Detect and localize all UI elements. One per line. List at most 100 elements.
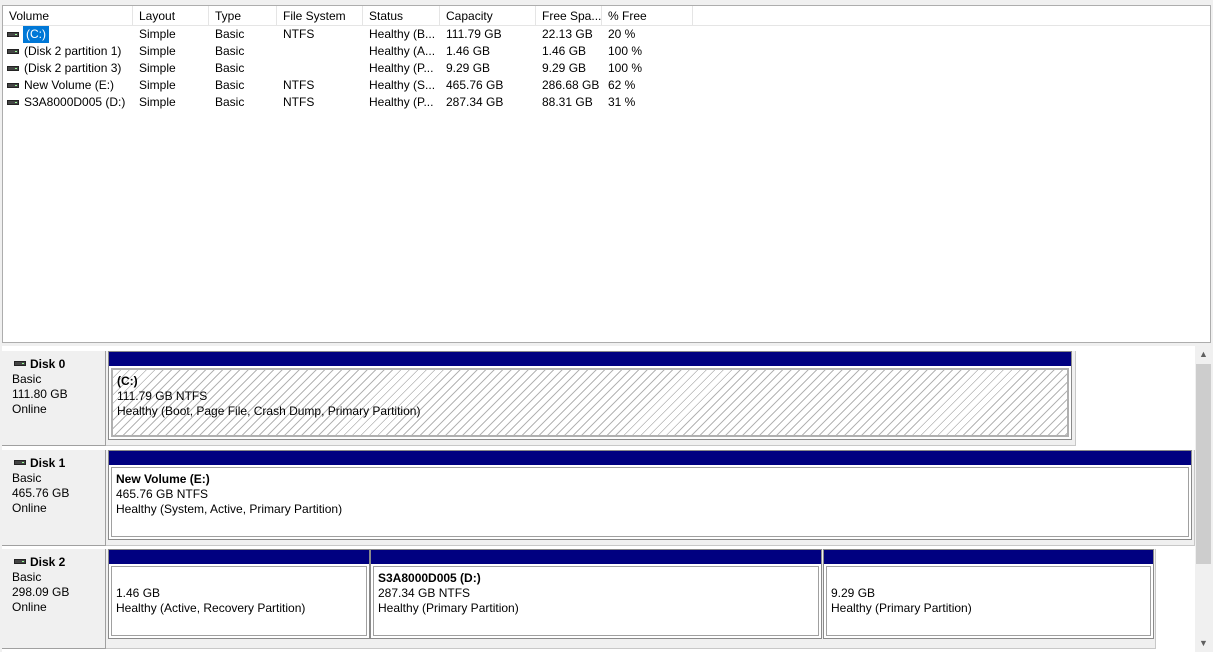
volume-type: Basic	[215, 78, 245, 92]
volume-name: (Disk 2 partition 1)	[24, 44, 122, 58]
volume-type: Basic	[215, 27, 245, 41]
partition-name	[116, 571, 366, 586]
volume-layout: Simple	[139, 44, 176, 58]
partition-name: New Volume (E:)	[116, 472, 210, 486]
disk-row-2: Disk 2 Basic 298.09 GB Online 1.46 GB He…	[2, 549, 1195, 649]
volume-layout: Simple	[139, 27, 176, 41]
column-header-capacity[interactable]: Capacity	[440, 6, 536, 26]
partition-bar	[109, 352, 1071, 366]
disk-size: 298.09 GB	[12, 585, 70, 599]
disk-name: Disk 2	[30, 555, 66, 569]
column-header-volume[interactable]: Volume	[3, 6, 133, 26]
disk-area-0: (C:) 111.79 GB NTFS Healthy (Boot, Page …	[106, 351, 1076, 446]
column-header-layout[interactable]: Layout	[133, 6, 209, 26]
volume-free-space: 22.13 GB	[542, 27, 593, 41]
disk-row-1: Disk 1 Basic 465.76 GB Online New Volume…	[2, 450, 1195, 546]
volume-status: Healthy (P...	[369, 61, 434, 75]
partition-disk2-3[interactable]: 9.29 GB Healthy (Primary Partition)	[823, 549, 1154, 639]
disk-drive-icon	[14, 361, 26, 366]
volume-row-disk2-partition3[interactable]: (Disk 2 partition 3) Simple Basic Health…	[3, 60, 1210, 77]
partition-name: (C:)	[117, 374, 138, 388]
partition-body: 9.29 GB Healthy (Primary Partition)	[826, 566, 1151, 636]
scrollbar-thumb[interactable]	[1196, 364, 1211, 564]
volume-list[interactable]: Volume Layout Type File System Status Ca…	[2, 5, 1211, 343]
partition-name	[831, 571, 1150, 586]
column-header-row: Volume Layout Type File System Status Ca…	[3, 6, 1210, 26]
volume-row-e[interactable]: New Volume (E:) Simple Basic NTFS Health…	[3, 77, 1210, 94]
partition-size: 9.29 GB	[831, 586, 876, 600]
volume-layout: Simple	[139, 78, 176, 92]
volume-type: Basic	[215, 95, 245, 109]
partition-size: 111.79 GB NTFS	[117, 389, 208, 403]
disk-drive-icon	[14, 559, 26, 564]
column-header-type[interactable]: Type	[209, 6, 277, 26]
scroll-down-arrow-icon[interactable]: ▼	[1195, 635, 1212, 652]
volume-name: New Volume (E:)	[24, 78, 115, 92]
partition-size: 465.76 GB NTFS	[116, 487, 209, 501]
volume-name: (Disk 2 partition 3)	[24, 61, 122, 75]
partition-status: Healthy (Boot, Page File, Crash Dump, Pr…	[117, 404, 421, 418]
volume-percent-free: 31 %	[608, 95, 636, 109]
partition-status: Healthy (Active, Recovery Partition)	[116, 601, 306, 615]
disk-size: 111.80 GB	[12, 387, 68, 401]
disk-area-2: 1.46 GB Healthy (Active, Recovery Partit…	[106, 549, 1156, 649]
partition-bar	[371, 550, 821, 564]
partition-d[interactable]: S3A8000D005 (D:) 287.34 GB NTFS Healthy …	[370, 549, 822, 639]
disk-drive-icon	[14, 460, 26, 465]
disk-state: Online	[12, 501, 47, 515]
disk-info-2[interactable]: Disk 2 Basic 298.09 GB Online	[2, 549, 106, 649]
volume-type: Basic	[215, 44, 245, 58]
volume-free-space: 88.31 GB	[542, 95, 593, 109]
volume-layout: Simple	[139, 61, 176, 75]
disk-map[interactable]: Disk 0 Basic 111.80 GB Online (C:) 111.7…	[2, 346, 1195, 652]
partition-size: 1.46 GB	[116, 586, 161, 600]
volume-percent-free: 100 %	[608, 61, 643, 75]
disk-drive-icon	[7, 100, 19, 105]
disk-type: Basic	[12, 372, 42, 386]
partition-status: Healthy (System, Active, Primary Partiti…	[116, 502, 343, 516]
volume-capacity: 9.29 GB	[446, 61, 491, 75]
disk-type: Basic	[12, 471, 42, 485]
disk-info-1[interactable]: Disk 1 Basic 465.76 GB Online	[2, 450, 106, 546]
volume-row-c[interactable]: (C:) Simple Basic NTFS Healthy (B... 111…	[3, 26, 1210, 43]
volume-name: S3A8000D005 (D:)	[24, 95, 126, 109]
volume-capacity: 465.76 GB	[446, 78, 504, 92]
disk-area-1: New Volume (E:) 465.76 GB NTFS Healthy (…	[106, 450, 1195, 546]
partition-body: 1.46 GB Healthy (Active, Recovery Partit…	[111, 566, 367, 636]
column-header-file-system[interactable]: File System	[277, 6, 363, 26]
column-header-status[interactable]: Status	[363, 6, 440, 26]
partition-disk2-1[interactable]: 1.46 GB Healthy (Active, Recovery Partit…	[108, 549, 370, 639]
disk-drive-icon	[7, 83, 19, 88]
disk-map-scrollbar[interactable]: ▲ ▼	[1195, 346, 1212, 652]
disk-row-0: Disk 0 Basic 111.80 GB Online (C:) 111.7…	[2, 351, 1195, 446]
volume-capacity: 111.79 GB	[446, 27, 502, 41]
volume-percent-free: 100 %	[608, 44, 643, 58]
disk-name: Disk 0	[30, 357, 66, 371]
volume-capacity: 287.34 GB	[446, 95, 504, 109]
partition-c[interactable]: (C:) 111.79 GB NTFS Healthy (Boot, Page …	[108, 351, 1072, 440]
volume-name: (C:)	[23, 26, 49, 43]
partition-bar	[824, 550, 1153, 564]
scroll-up-arrow-icon[interactable]: ▲	[1195, 346, 1212, 363]
volume-type: Basic	[215, 61, 245, 75]
disk-size: 465.76 GB	[12, 486, 70, 500]
volume-free-space: 286.68 GB	[542, 78, 600, 92]
disk-name: Disk 1	[30, 456, 66, 470]
volume-row-disk2-partition1[interactable]: (Disk 2 partition 1) Simple Basic Health…	[3, 43, 1210, 60]
partition-size: 287.34 GB NTFS	[378, 586, 471, 600]
disk-info-0[interactable]: Disk 0 Basic 111.80 GB Online	[2, 351, 106, 446]
volume-status: Healthy (S...	[369, 78, 436, 92]
disk-drive-icon	[7, 66, 19, 71]
partition-e[interactable]: New Volume (E:) 465.76 GB NTFS Healthy (…	[108, 450, 1192, 540]
partition-body: (C:) 111.79 GB NTFS Healthy (Boot, Page …	[111, 368, 1069, 437]
disk-drive-icon	[7, 32, 19, 37]
volume-row-d[interactable]: S3A8000D005 (D:) Simple Basic NTFS Healt…	[3, 94, 1210, 111]
column-header-free-space[interactable]: Free Spa...	[536, 6, 602, 26]
disk-drive-icon	[7, 49, 19, 54]
partition-body: New Volume (E:) 465.76 GB NTFS Healthy (…	[111, 467, 1189, 537]
volume-file-system: NTFS	[283, 78, 315, 92]
partition-body: S3A8000D005 (D:) 287.34 GB NTFS Healthy …	[373, 566, 819, 636]
column-header-percent-free[interactable]: % Free	[602, 6, 693, 26]
disk-state: Online	[12, 402, 47, 416]
disk-state: Online	[12, 600, 47, 614]
